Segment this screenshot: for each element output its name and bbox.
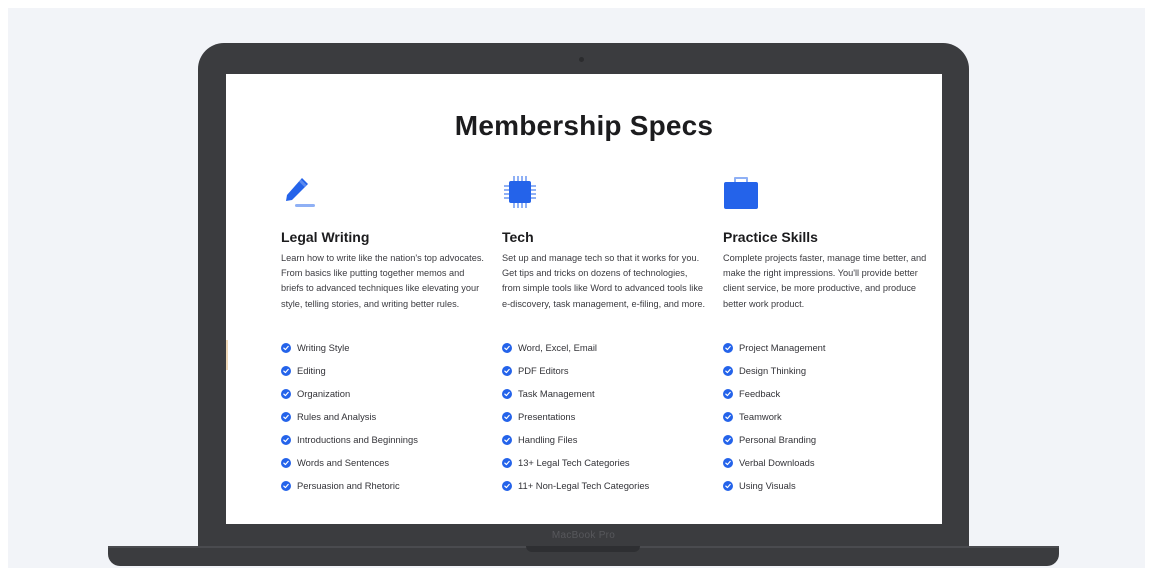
list-item-label: Personal Branding [739, 434, 817, 445]
list-item: Presentations [502, 405, 649, 428]
pencil-icon [281, 174, 317, 210]
check-icon [281, 411, 291, 422]
list-item: Task Management [502, 382, 649, 405]
list-item-label: PDF Editors [518, 365, 569, 376]
check-icon [502, 388, 512, 399]
check-icon [723, 365, 733, 376]
list-item: Editing [281, 359, 418, 382]
list-item-label: Writing Style [297, 342, 350, 353]
check-icon [281, 388, 291, 399]
column-title: Tech [502, 229, 534, 245]
list-item: Introductions and Beginnings [281, 428, 418, 451]
list-item-label: Words and Sentences [297, 457, 390, 468]
list-item-label: Rules and Analysis [297, 411, 377, 422]
list-item: Teamwork [723, 405, 826, 428]
column-description: Learn how to write like the nation's top… [281, 253, 484, 309]
list-item-label: Project Management [739, 342, 826, 353]
list-item: Rules and Analysis [281, 405, 418, 428]
edge-highlight [226, 340, 228, 370]
list-item: Verbal Downloads [723, 451, 826, 474]
briefcase-icon [723, 174, 759, 210]
check-icon [723, 480, 733, 491]
page-title: Membership Specs [454, 110, 714, 141]
check-icon [723, 411, 733, 422]
check-icon [281, 480, 291, 491]
list-item: Handling Files [502, 428, 649, 451]
check-icon [502, 480, 512, 491]
column-description: Set up and manage tech so that it works … [502, 253, 706, 309]
chip-icon [502, 174, 538, 210]
list-item-label: Using Visuals [739, 480, 796, 491]
check-icon [502, 457, 512, 468]
list-item-label: Verbal Downloads [739, 457, 815, 468]
column-title: Practice Skills [723, 229, 818, 245]
list-item-label: 11+ Non-Legal Tech Categories [518, 480, 650, 491]
list-item: Project Management [723, 336, 826, 359]
list-item-label: Presentations [518, 411, 576, 422]
check-icon [502, 365, 512, 376]
feature-list: Word, Excel, Email PDF Editors Task Mana… [502, 336, 649, 497]
list-item: Design Thinking [723, 359, 826, 382]
check-icon [723, 388, 733, 399]
column-title: Legal Writing [281, 229, 370, 245]
list-item: Persuasion and Rhetoric [281, 474, 418, 497]
laptop-notch [526, 546, 640, 552]
list-item: Personal Branding [723, 428, 826, 451]
laptop-screen: Membership Specs Legal Writing Learn how… [226, 74, 942, 524]
list-item: Words and Sentences [281, 451, 418, 474]
list-item-label: Task Management [518, 388, 595, 399]
list-item: 11+ Non-Legal Tech Categories [502, 474, 649, 497]
check-icon [502, 434, 512, 445]
check-icon [281, 434, 291, 445]
list-item: Writing Style [281, 336, 418, 359]
check-icon [281, 365, 291, 376]
list-item-label: Persuasion and Rhetoric [297, 480, 400, 491]
check-icon [723, 457, 733, 468]
list-item-label: Teamwork [739, 411, 782, 422]
list-item-label: Handling Files [518, 434, 578, 445]
list-item-label: Design Thinking [739, 365, 807, 376]
list-item: Word, Excel, Email [502, 336, 649, 359]
list-item: Organization [281, 382, 418, 405]
check-icon [281, 457, 291, 468]
check-icon [502, 342, 512, 353]
camera-icon [579, 57, 584, 62]
device-label: MacBook Pro [551, 530, 616, 541]
list-item-label: 13+ Legal Tech Categories [518, 457, 630, 468]
list-item: Feedback [723, 382, 826, 405]
list-item-label: Word, Excel, Email [518, 342, 598, 353]
list-item-label: Editing [297, 365, 326, 376]
feature-list: Writing Style Editing Organization Rules… [281, 336, 418, 497]
check-icon [502, 411, 512, 422]
feature-list: Project Management Design Thinking Feedb… [723, 336, 826, 497]
check-icon [723, 342, 733, 353]
check-icon [723, 434, 733, 445]
list-item: 13+ Legal Tech Categories [502, 451, 649, 474]
list-item-label: Organization [297, 388, 351, 399]
column-description: Complete projects faster, manage time be… [723, 253, 927, 309]
list-item: PDF Editors [502, 359, 649, 382]
check-icon [281, 342, 291, 353]
list-item-label: Feedback [739, 388, 781, 399]
list-item-label: Introductions and Beginnings [297, 434, 418, 445]
list-item: Using Visuals [723, 474, 826, 497]
